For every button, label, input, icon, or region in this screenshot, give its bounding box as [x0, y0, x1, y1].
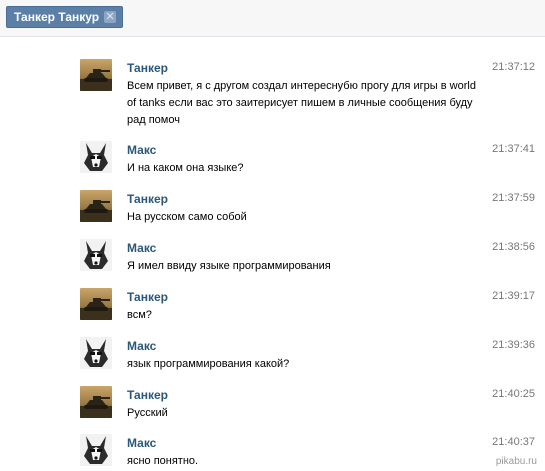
message-time: 21:37:59: [492, 192, 535, 204]
message-text: Всем привет, я с другом создал интересну…: [127, 80, 476, 126]
dialog-tab-bar: Танкер Танкур ✕: [0, 0, 545, 37]
message-time: 21:37:41: [492, 143, 535, 155]
message-time: 21:40:25: [492, 388, 535, 400]
close-icon[interactable]: ✕: [104, 11, 117, 23]
message-author[interactable]: Макс: [127, 339, 156, 353]
message-author[interactable]: Макс: [127, 143, 156, 157]
message-time: 21:40:37: [492, 436, 535, 448]
message-text: На русском само собой: [127, 211, 247, 223]
message-author[interactable]: Танкер: [127, 290, 168, 304]
dialog-tab[interactable]: Танкер Танкур ✕: [6, 6, 124, 28]
message-text: Русский: [127, 407, 168, 419]
message-time: 21:39:17: [492, 290, 535, 302]
message-time: 21:38:56: [492, 241, 535, 253]
husky-avatar[interactable]: [80, 239, 112, 271]
husky-avatar[interactable]: [80, 337, 112, 369]
message-author[interactable]: Танкер: [127, 61, 168, 75]
message-author[interactable]: Танкер: [127, 192, 168, 206]
tank-avatar[interactable]: [80, 190, 112, 222]
husky-avatar[interactable]: [80, 434, 112, 466]
tank-avatar[interactable]: [80, 59, 112, 91]
message-author[interactable]: Танкер: [127, 388, 168, 402]
dialog-tab-label[interactable]: Танкер Танкур: [14, 11, 99, 23]
message-author[interactable]: Макс: [127, 436, 156, 450]
message-time: 21:37:12: [492, 61, 535, 73]
watermark: pikabu.ru: [493, 456, 539, 467]
message-text: И на каком она языке?: [127, 162, 244, 174]
message-text: язык программирования какой?: [127, 358, 290, 370]
husky-avatar[interactable]: [80, 141, 112, 173]
message-text: всм?: [127, 309, 152, 321]
message-text: Я имел ввиду языке программирования: [127, 260, 331, 272]
tank-avatar[interactable]: [80, 288, 112, 320]
message-author[interactable]: Макс: [127, 241, 156, 255]
message-time: 21:39:36: [492, 339, 535, 351]
message-text: ясно понятно.: [127, 455, 199, 467]
tank-avatar[interactable]: [80, 386, 112, 418]
